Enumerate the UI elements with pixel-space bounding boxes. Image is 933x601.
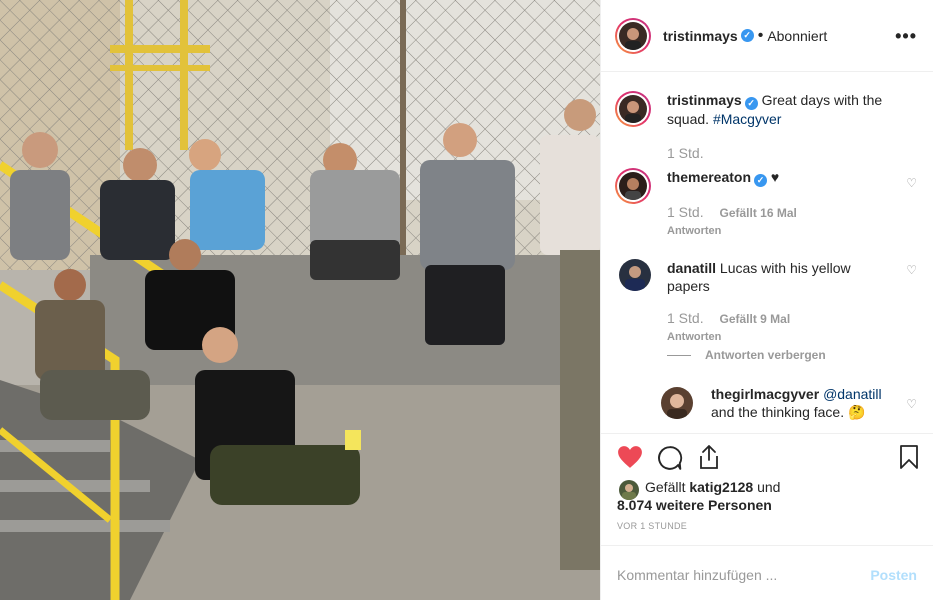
comment-username[interactable]: themereaton	[667, 169, 751, 185]
verified-badge-icon: ✓	[754, 173, 768, 187]
reply-username[interactable]: thegirlmacgyver	[711, 386, 819, 402]
comment-time[interactable]: 1 Std.	[667, 310, 704, 326]
save-bookmark-icon[interactable]	[899, 444, 919, 470]
liked-heart-icon[interactable]	[617, 445, 643, 469]
caption-avatar[interactable]	[619, 95, 647, 123]
like-comment-icon[interactable]: ♡	[906, 261, 917, 279]
post-timestamp[interactable]: VOR 1 STUNDE	[617, 521, 687, 531]
replies-divider	[667, 355, 691, 357]
caption: tristinmays ✓ Great days with the squad. …	[615, 91, 917, 161]
caption-username[interactable]: tristinmays	[667, 92, 742, 108]
hide-replies-label[interactable]: Antworten verbergen	[705, 348, 826, 362]
reply-avatar[interactable]	[661, 387, 693, 419]
author-username[interactable]: tristinmays	[663, 28, 738, 44]
follow-status-button[interactable]: Abonniert	[767, 28, 827, 44]
like-comment-icon[interactable]: ♡	[906, 395, 917, 413]
hide-replies-toggle[interactable]: Antworten verbergen	[667, 348, 826, 362]
add-comment-bar: Kommentar hinzufügen ... Posten	[601, 545, 933, 601]
action-bar	[601, 433, 933, 480]
post-photo[interactable]	[0, 0, 600, 600]
share-icon[interactable]	[697, 444, 721, 470]
comment-avatar[interactable]	[619, 172, 647, 200]
likes-others-link[interactable]: 8.074 weitere Personen	[617, 496, 917, 514]
reply-button[interactable]: Antworten	[667, 222, 887, 240]
liker-avatar[interactable]	[619, 480, 639, 500]
comment-likes[interactable]: Gefällt 9 Mal	[719, 312, 790, 326]
likes-prefix: Gefällt	[645, 479, 686, 495]
hashtag-link[interactable]: #Macgyver	[713, 111, 781, 127]
comment-item: danatill Lucas with his yellow papers 1 …	[615, 259, 917, 343]
comment-likes[interactable]: Gefällt 16 Mal	[719, 206, 796, 220]
more-options-icon[interactable]: •••	[895, 26, 917, 47]
like-comment-icon[interactable]: ♡	[906, 174, 917, 192]
reply-text: and the thinking face. 🤔	[711, 404, 866, 420]
author-avatar[interactable]	[619, 21, 647, 50]
comment-input[interactable]: Kommentar hinzufügen ...	[617, 567, 777, 583]
caption-time[interactable]: 1 Std.	[667, 145, 704, 161]
post-comment-button[interactable]: Posten	[870, 567, 917, 583]
mention-link[interactable]: @danatill	[823, 386, 882, 402]
comment-avatar[interactable]	[619, 259, 651, 291]
post-header: tristinmays ✓ • Abonniert •••	[601, 0, 933, 72]
likes-suffix: und	[757, 479, 781, 495]
comment-icon[interactable]	[657, 445, 683, 471]
comment-username[interactable]: danatill	[667, 260, 716, 276]
verified-badge-icon: ✓	[740, 29, 754, 42]
post-side-panel: tristinmays ✓ • Abonniert ••• tristinmay…	[600, 0, 933, 600]
caption-avatar-ring[interactable]	[615, 91, 651, 127]
post-image	[0, 0, 600, 600]
likes-summary: Gefällt katig2128 und 8.074 weitere Pers…	[617, 478, 917, 514]
verified-badge-icon: ✓	[744, 96, 758, 110]
comment-text: ♥	[770, 169, 780, 185]
comment-time[interactable]: 1 Std.	[667, 204, 704, 220]
comments-list[interactable]: tristinmays ✓ Great days with the squad. …	[601, 73, 933, 433]
reply-item: thegirlmacgyver @danatill and the thinki…	[661, 385, 917, 425]
liker-username[interactable]: katig2128	[689, 479, 753, 495]
separator-dot: •	[757, 26, 764, 44]
comment-avatar-ring[interactable]	[615, 168, 651, 204]
comment-item: themereaton ✓ ♥ 1 Std. Gefällt 16 Mal Ant…	[615, 168, 917, 238]
reply-button[interactable]: Antworten	[667, 328, 887, 346]
author-avatar-ring[interactable]	[615, 17, 651, 54]
